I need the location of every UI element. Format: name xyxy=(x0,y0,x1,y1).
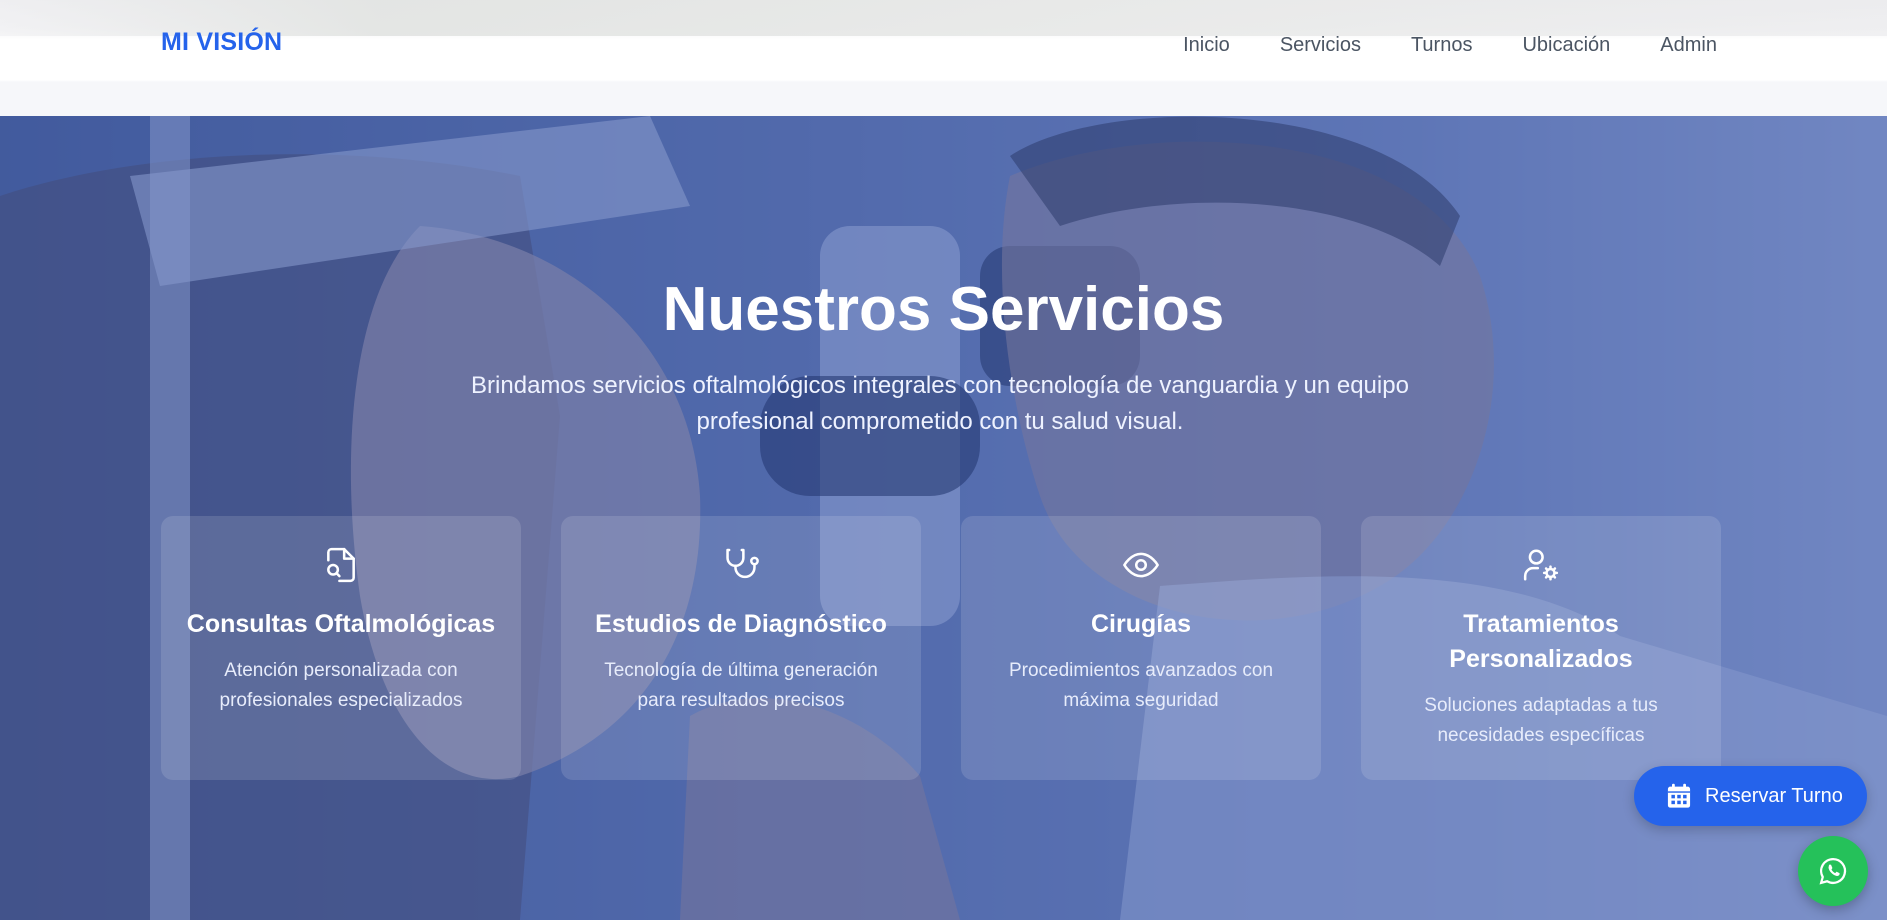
service-title: Estudios de Diagnóstico xyxy=(595,610,887,638)
nav-admin[interactable]: Admin xyxy=(1660,34,1717,57)
service-description: Soluciones adaptadas a tus necesidades e… xyxy=(1424,695,1658,746)
service-card-estudios[interactable]: Estudios de Diagnóstico Tecnología de úl… xyxy=(561,516,921,780)
top-navbar: MI VISIÓN Inicio Servicios Turnos Ubicac… xyxy=(0,0,1887,116)
services-hero: Nuestros Servicios Brindamos servicios o… xyxy=(0,116,1887,920)
page-title: Nuestros Servicios xyxy=(662,275,1225,344)
reserve-button-label: Reservar Turno xyxy=(1705,784,1843,807)
whatsapp-icon xyxy=(1819,857,1847,885)
brand-logo[interactable]: MI VISIÓN xyxy=(161,28,282,57)
service-card-consultas[interactable]: Consultas Oftalmológicas Atención person… xyxy=(161,516,521,780)
whatsapp-button[interactable] xyxy=(1798,836,1868,906)
service-description: Procedimientos avanzados con máxima segu… xyxy=(1008,660,1274,711)
calendar-icon xyxy=(1667,783,1691,808)
service-title: Consultas Oftalmológicas xyxy=(186,610,496,638)
service-title: Cirugías xyxy=(1090,610,1192,638)
nav-ubicacion[interactable]: Ubicación xyxy=(1522,34,1610,57)
navbar-backdrop xyxy=(0,0,1887,36)
service-description: Atención personalizada con profesionales… xyxy=(219,660,463,711)
user-cog-icon xyxy=(1523,549,1559,581)
nav-inicio[interactable]: Inicio xyxy=(1183,34,1230,57)
service-description: Tecnología de última generación para res… xyxy=(604,660,878,711)
eye-icon xyxy=(1123,552,1159,578)
nav-turnos[interactable]: Turnos xyxy=(1411,34,1473,57)
service-card-tratamientos[interactable]: Tratamientos Personalizados Soluciones a… xyxy=(1361,516,1721,780)
stethoscope-icon xyxy=(726,548,759,579)
hero-subtitle: Brindamos servicios oftalmológicos integ… xyxy=(471,372,1409,435)
main-nav: Inicio Servicios Turnos Ubicación Admin xyxy=(1183,34,1717,57)
service-card-cirugias[interactable]: Cirugías Procedimientos avanzados con má… xyxy=(961,516,1321,780)
file-search-icon xyxy=(327,547,355,583)
service-title: Tratamientos Personalizados xyxy=(1449,610,1633,673)
reserve-appointment-button[interactable]: Reservar Turno xyxy=(1634,766,1867,826)
nav-servicios[interactable]: Servicios xyxy=(1280,34,1361,57)
